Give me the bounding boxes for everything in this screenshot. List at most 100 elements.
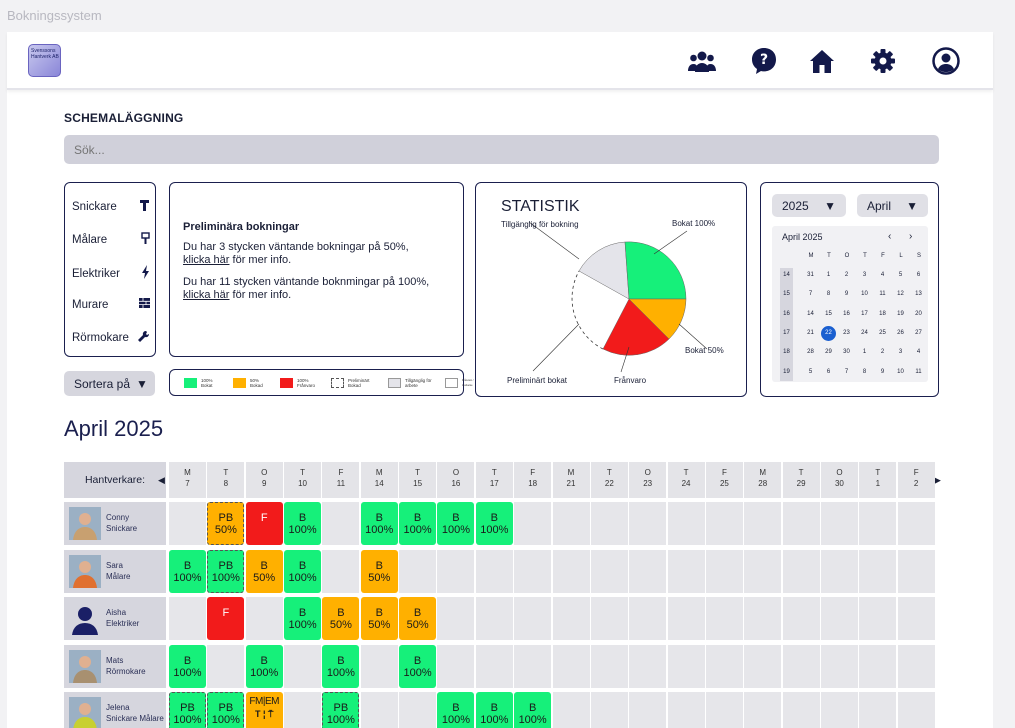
- empty-cell[interactable]: [820, 692, 858, 728]
- calendar-day[interactable]: 4: [912, 349, 925, 355]
- calendar-day[interactable]: 1: [858, 349, 871, 355]
- empty-cell[interactable]: [897, 549, 935, 593]
- empty-cell[interactable]: [169, 502, 206, 545]
- calendar-day[interactable]: 3: [858, 272, 871, 278]
- empty-cell[interactable]: [782, 644, 820, 688]
- calendar-day[interactable]: 2: [876, 349, 889, 355]
- calendar-day[interactable]: 4: [876, 272, 889, 278]
- empty-cell[interactable]: [629, 597, 667, 640]
- company-logo[interactable]: Svenssons Hantverk AB: [28, 44, 61, 77]
- booking-cell[interactable]: B 50%: [360, 549, 398, 593]
- empty-cell[interactable]: [552, 644, 590, 688]
- calendar-day[interactable]: 6: [912, 272, 925, 278]
- empty-cell[interactable]: [897, 692, 935, 728]
- booking-cell[interactable]: B 50%: [245, 549, 283, 593]
- empty-cell[interactable]: [859, 502, 897, 545]
- empty-cell[interactable]: [744, 644, 782, 688]
- empty-cell[interactable]: [322, 502, 360, 545]
- empty-cell[interactable]: [590, 502, 628, 545]
- home-icon[interactable]: [808, 47, 836, 75]
- empty-cell[interactable]: [437, 644, 475, 688]
- empty-cell[interactable]: [475, 549, 513, 593]
- help-icon[interactable]: ?: [750, 47, 778, 75]
- calendar-day[interactable]: 31: [804, 272, 817, 278]
- prev-month-icon[interactable]: ‹: [888, 231, 891, 242]
- empty-cell[interactable]: [629, 692, 667, 728]
- calendar-day[interactable]: 11: [876, 291, 889, 297]
- empty-cell[interactable]: [399, 549, 437, 593]
- calendar-day[interactable]: 7: [804, 291, 817, 297]
- booking-cell[interactable]: PB 100%: [207, 549, 245, 593]
- booking-cell[interactable]: PB 100%: [207, 692, 245, 728]
- empty-cell[interactable]: [322, 549, 360, 593]
- empty-cell[interactable]: [437, 597, 475, 640]
- people-icon[interactable]: [688, 47, 716, 75]
- calendar-day[interactable]: 29: [822, 349, 835, 355]
- empty-cell[interactable]: [399, 692, 437, 728]
- booking-cell[interactable]: B 100%: [514, 692, 552, 728]
- booking-cell[interactable]: B 50%: [360, 597, 398, 640]
- month-select[interactable]: April ▼: [857, 194, 928, 217]
- empty-cell[interactable]: [859, 597, 897, 640]
- booking-cell[interactable]: B 50%: [399, 597, 437, 640]
- booking-cell[interactable]: FM|EM T ¦ ⍑: [245, 692, 283, 728]
- empty-cell[interactable]: [629, 502, 667, 545]
- calendar-day[interactable]: 6: [822, 369, 835, 375]
- booking-cell[interactable]: F: [207, 597, 245, 640]
- calendar-day[interactable]: 8: [858, 369, 871, 375]
- trade-item-elektriker[interactable]: Elektriker: [72, 265, 150, 282]
- empty-cell[interactable]: [590, 597, 628, 640]
- calendar-day[interactable]: 1: [822, 272, 835, 278]
- booking-cell[interactable]: B 100%: [475, 692, 513, 728]
- empty-cell[interactable]: [744, 549, 782, 593]
- booking-cell[interactable]: PB 100%: [169, 692, 206, 728]
- empty-cell[interactable]: [667, 692, 705, 728]
- empty-cell[interactable]: [820, 502, 858, 545]
- calendar-day[interactable]: 28: [804, 349, 817, 355]
- empty-cell[interactable]: [667, 502, 705, 545]
- calendar-day[interactable]: 3: [894, 349, 907, 355]
- empty-cell[interactable]: [629, 644, 667, 688]
- empty-cell[interactable]: [284, 644, 322, 688]
- booking-cell[interactable]: B 100%: [360, 502, 398, 545]
- empty-cell[interactable]: [744, 692, 782, 728]
- empty-cell[interactable]: [475, 644, 513, 688]
- calendar-day[interactable]: 24: [858, 330, 871, 336]
- scroll-left-icon[interactable]: ◀: [158, 475, 165, 486]
- calendar-day[interactable]: 15: [822, 311, 835, 317]
- calendar-day[interactable]: 18: [876, 311, 889, 317]
- empty-cell[interactable]: [207, 644, 245, 688]
- empty-cell[interactable]: [859, 644, 897, 688]
- booking-cell[interactable]: B 100%: [284, 549, 322, 593]
- empty-cell[interactable]: [897, 644, 935, 688]
- empty-cell[interactable]: [859, 692, 897, 728]
- next-month-icon[interactable]: ›: [909, 231, 912, 242]
- booking-cell[interactable]: B 100%: [399, 644, 437, 688]
- calendar-day[interactable]: 5: [894, 272, 907, 278]
- booking-cell[interactable]: B 100%: [284, 502, 322, 545]
- booking-cell[interactable]: B 100%: [399, 502, 437, 545]
- booking-cell[interactable]: B 100%: [322, 644, 360, 688]
- calendar-day[interactable]: 8: [822, 291, 835, 297]
- calendar-day[interactable]: 25: [876, 330, 889, 336]
- empty-cell[interactable]: [782, 549, 820, 593]
- craftsman-row-header[interactable]: Aisha Elektriker: [64, 597, 166, 640]
- empty-cell[interactable]: [590, 549, 628, 593]
- empty-cell[interactable]: [514, 502, 552, 545]
- craftsman-row-header[interactable]: Mats Rörmokare: [64, 644, 166, 688]
- empty-cell[interactable]: [552, 502, 590, 545]
- empty-cell[interactable]: [705, 692, 743, 728]
- empty-cell[interactable]: [897, 502, 935, 545]
- empty-cell[interactable]: [245, 597, 283, 640]
- empty-cell[interactable]: [705, 502, 743, 545]
- calendar-day[interactable]: 9: [840, 291, 853, 297]
- calendar-day[interactable]: 9: [876, 369, 889, 375]
- booking-cell[interactable]: PB 100%: [322, 692, 360, 728]
- booking-cell[interactable]: B 100%: [245, 644, 283, 688]
- empty-cell[interactable]: [514, 597, 552, 640]
- booking-cell[interactable]: PB 50%: [207, 502, 245, 545]
- craftsman-row-header[interactable]: Sara Målare: [64, 549, 166, 593]
- calendar-day[interactable]: 12: [894, 291, 907, 297]
- calendar-day[interactable]: 19: [894, 311, 907, 317]
- sort-button[interactable]: Sortera på ▼: [64, 371, 155, 396]
